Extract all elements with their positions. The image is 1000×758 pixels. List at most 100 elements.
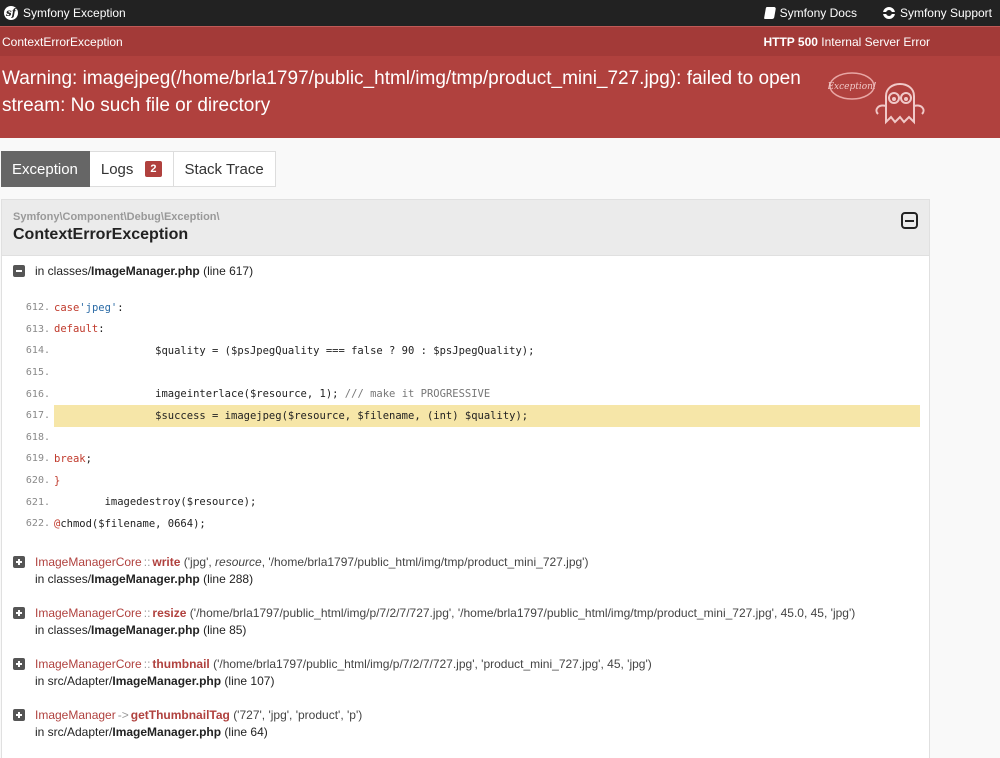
- line-number: 619.: [25, 453, 50, 465]
- trace-separator: ::: [143, 554, 151, 569]
- code-line: 616. imageinterlace($resource, 1); /// m…: [2, 383, 929, 405]
- code-line: 621. imagedestroy($resource);: [2, 491, 929, 513]
- line-number: 612.: [25, 302, 50, 314]
- trace-class: ImageManagerCore: [35, 554, 142, 569]
- tab-logs[interactable]: Logs 2: [89, 151, 174, 187]
- top-bar: sf Symfony Exception Symfony Docs Symfon…: [0, 0, 1000, 26]
- plus-square-icon[interactable]: [13, 657, 25, 670]
- line-number: 618.: [25, 431, 50, 443]
- trace-line: (line 64): [224, 724, 268, 739]
- exception-header: ContextErrorException HTTP 500 Internal …: [0, 26, 1000, 138]
- code-source: }: [54, 474, 61, 487]
- plus-square-icon[interactable]: [13, 708, 25, 721]
- trace-separator: ::: [143, 605, 151, 620]
- trace-class: ImageManagerCore: [35, 605, 142, 620]
- trace-function: getThumbnailTag: [130, 707, 230, 722]
- status-code: HTTP 500: [763, 34, 818, 49]
- tab-bar: Exception Logs 2 Stack Trace: [1, 151, 276, 187]
- trace-file-name: ImageManager.php: [112, 724, 222, 739]
- exception-class: ContextErrorException: [13, 226, 189, 243]
- http-status: HTTP 500 Internal Server Error: [763, 35, 930, 49]
- symfony-logo-icon: sf: [4, 6, 18, 20]
- trace-line: (line 288): [203, 571, 254, 586]
- trace-file-name: ImageManager.php: [91, 622, 200, 637]
- symfony-docs-link[interactable]: Symfony Docs: [763, 6, 857, 20]
- code-line: 614. $quality = ($psJpegQuality === fals…: [2, 340, 929, 362]
- code-line: 615.: [2, 362, 929, 384]
- code-source: default:: [54, 323, 105, 336]
- trace-file-prefix: in src/Adapter/: [35, 673, 113, 688]
- trace-line: (line 85): [203, 622, 247, 637]
- book-icon: [763, 7, 776, 19]
- code-excerpt: 612. case 'jpeg':613. default:614. $qual…: [2, 297, 929, 535]
- code-line: 613. default:: [2, 319, 929, 341]
- exception-ghost-icon: Exception!: [828, 72, 925, 125]
- trace-function: write: [152, 554, 181, 569]
- line-number: 613.: [25, 323, 50, 335]
- trace-args: ('727', 'jpg', 'product', 'p'): [233, 707, 363, 722]
- plus-square-icon[interactable]: [13, 555, 25, 568]
- trace-file-location: in src/Adapter/ImageManager.php (line 10…: [35, 674, 918, 688]
- trace-separator: ::: [143, 656, 151, 671]
- exception-meta: ContextErrorException HTTP 500 Internal …: [0, 26, 1000, 56]
- code-source: case 'jpeg':: [54, 301, 124, 314]
- code-source: imageinterlace($resource, 1); /// make i…: [54, 388, 491, 401]
- stack-trace-list: ImageManagerCore:: write ('jpg', resource…: [2, 555, 929, 758]
- minus-square-icon[interactable]: [13, 265, 25, 277]
- line-number: 622.: [25, 518, 50, 530]
- code-source: $success = imagejpeg($resource, $filenam…: [54, 404, 920, 427]
- exception-file-location[interactable]: in classes/ImageManager.php (line 617): [2, 257, 929, 285]
- trace-line: (line 107): [224, 673, 275, 688]
- brand[interactable]: sf Symfony Exception: [4, 6, 126, 20]
- symfony-support-link[interactable]: Symfony Support: [882, 6, 992, 20]
- tab-stack-trace[interactable]: Stack Trace: [173, 151, 276, 187]
- trace-file-name: ImageManager.php: [91, 571, 200, 586]
- code-source: break;: [54, 452, 92, 465]
- trace-file-prefix: in src/Adapter/: [35, 724, 113, 739]
- tab-exception[interactable]: Exception: [1, 151, 90, 187]
- line-number: 614.: [25, 345, 50, 357]
- file-prefix: in classes/: [35, 264, 92, 278]
- code-line: 619. break;: [2, 448, 929, 470]
- trace-file-prefix: in classes/: [35, 571, 92, 586]
- file-name: ImageManager.php: [91, 264, 200, 278]
- file-line: (line 617): [203, 264, 254, 278]
- logs-count-badge: 2: [145, 161, 162, 177]
- tab-logs-label: Logs: [100, 160, 134, 178]
- ghost-sign-text: Exception!: [828, 82, 877, 92]
- plus-square-icon[interactable]: [13, 606, 25, 619]
- trace-args: ('/home/brla1797/public_html/img/p/7/2/7…: [213, 656, 652, 671]
- code-source: @ chmod($filename, 0664);: [54, 517, 206, 530]
- code-source: [54, 362, 920, 384]
- line-number: 621.: [25, 496, 50, 508]
- line-number: 615.: [25, 367, 50, 379]
- support-label: Symfony Support: [899, 6, 992, 20]
- code-line: 620. }: [2, 470, 929, 492]
- trace-item[interactable]: ImageManager -> getThumbnailTag ('727', 'j…: [2, 708, 929, 739]
- trace-class: ImageManagerCore: [35, 656, 142, 671]
- trace-file-location: in classes/ImageManager.php (line 288): [35, 572, 918, 586]
- trace-args: ('/home/brla1797/public_html/img/p/7/2/7…: [189, 605, 856, 620]
- trace-separator: ->: [117, 707, 129, 722]
- code-source: imagedestroy($resource);: [54, 496, 257, 509]
- collapse-toggle-icon[interactable]: [901, 212, 918, 229]
- trace-function: resize: [152, 605, 187, 620]
- line-number: 620.: [25, 475, 50, 487]
- status-text: Internal Server Error: [821, 34, 930, 49]
- trace-file-name: ImageManager.php: [112, 673, 222, 688]
- trace-class: ImageManager: [35, 707, 116, 722]
- code-line: 612. case 'jpeg':: [2, 297, 929, 319]
- line-number: 617.: [25, 410, 50, 422]
- trace-item[interactable]: ImageManagerCore:: thumbnail ('/home/brla…: [2, 657, 929, 688]
- exception-namespace: Symfony\Component\Debug\Exception\: [13, 211, 220, 223]
- trace-item[interactable]: ImageManagerCore:: resize ('/home/brla179…: [2, 606, 929, 637]
- code-source: [54, 427, 920, 449]
- exception-panel-header: Symfony\Component\Debug\Exception\ Conte…: [2, 200, 929, 256]
- trace-function: thumbnail: [152, 656, 210, 671]
- code-line: 618.: [2, 427, 929, 449]
- trace-item[interactable]: ImageManagerCore:: write ('jpg', resource…: [2, 555, 929, 586]
- exception-class-short: ContextErrorException: [2, 34, 123, 49]
- brand-label: Symfony Exception: [23, 6, 126, 20]
- code-line-highlighted: 617. $success = imagejpeg($resource, $fi…: [2, 404, 929, 427]
- code-source: $quality = ($psJpegQuality === false ? 9…: [54, 344, 535, 357]
